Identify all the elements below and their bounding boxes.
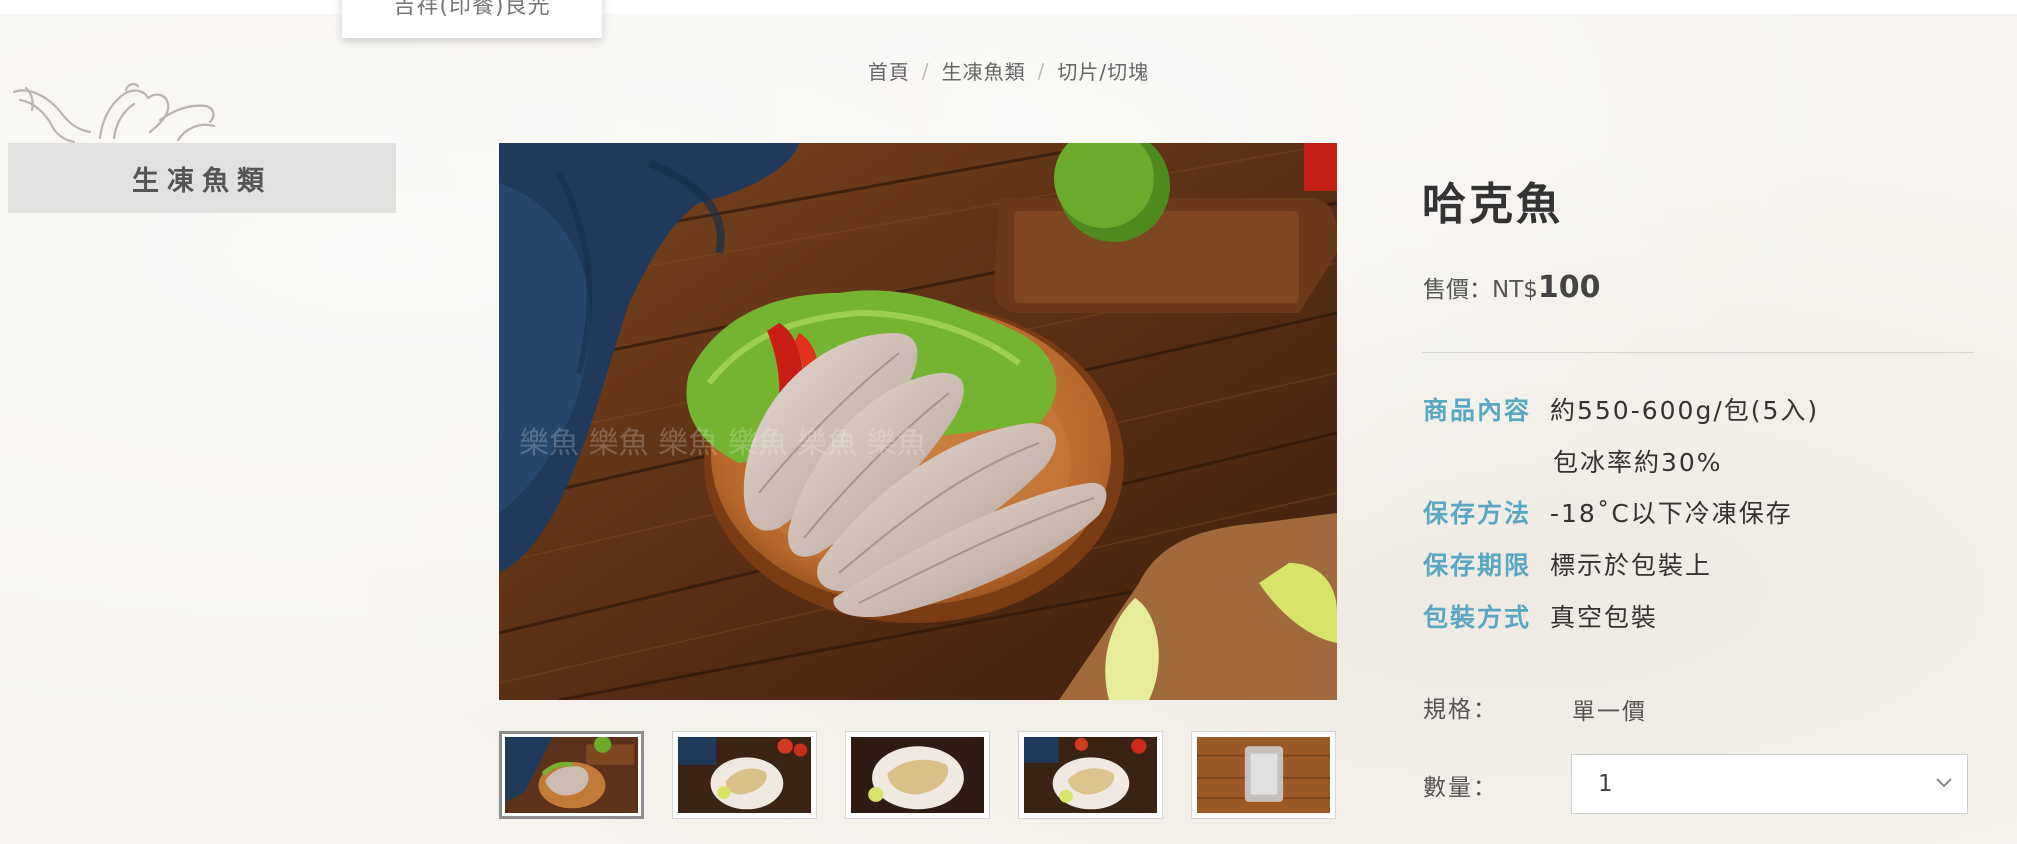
- spec-label-shelf-life: 保存期限: [1423, 551, 1532, 580]
- divider: [1422, 352, 1974, 353]
- thumbnail-4[interactable]: [1018, 731, 1163, 819]
- thumbnail-image: [505, 737, 638, 813]
- spec-value-content: 約550-600g/包(5入): [1550, 396, 1820, 425]
- product-title: 哈克魚: [1422, 179, 1563, 230]
- breadcrumb-category[interactable]: 生凍魚類: [942, 56, 1026, 85]
- thumbnail-1[interactable]: [499, 731, 644, 819]
- spec-label-content: 商品內容: [1423, 396, 1532, 425]
- quantity-value: 1: [1598, 771, 1613, 797]
- thumbnail-5[interactable]: [1191, 731, 1336, 819]
- thumbnail-image: [1024, 737, 1157, 813]
- nav-dropdown-item[interactable]: 吉祥(印餐)良光: [393, 0, 550, 20]
- breadcrumb-home[interactable]: 首頁: [868, 56, 910, 85]
- spec-label-storage: 保存方法: [1423, 499, 1532, 528]
- product-main-image[interactable]: 樂魚 樂魚 樂魚 樂魚 樂魚 樂魚: [499, 143, 1337, 700]
- price-row: 售價：NT$ 100: [1423, 270, 1601, 305]
- thumbnail-image: [851, 737, 984, 813]
- spec-value-packaging: 真空包裝: [1550, 603, 1659, 632]
- spec-label-packaging: 包裝方式: [1423, 603, 1532, 632]
- spec-value-storage: -18˚C以下冷凍保存: [1550, 499, 1793, 528]
- sidebar-category-frozen-fish[interactable]: 生凍魚類: [8, 143, 396, 213]
- breadcrumb-separator: /: [1037, 58, 1046, 83]
- price-value: 100: [1537, 270, 1601, 305]
- variant-option[interactable]: 單一價: [1572, 692, 1647, 726]
- thumbnail-image: [1197, 737, 1330, 813]
- breadcrumb: 首頁 / 生凍魚類 / 切片/切塊: [0, 56, 2017, 85]
- breadcrumb-subcategory[interactable]: 切片/切塊: [1057, 56, 1149, 85]
- chevron-down-icon: [1936, 778, 1952, 788]
- thumbnail-gallery: [499, 731, 1337, 819]
- price-label: 售價：NT$: [1423, 277, 1538, 303]
- quantity-select[interactable]: 1: [1571, 754, 1968, 814]
- variant-label: 規格：: [1423, 697, 1498, 723]
- thumbnail-image: [678, 737, 811, 813]
- breadcrumb-separator: /: [921, 58, 930, 83]
- nav-dropdown-menu[interactable]: 吉祥(印餐)良光: [342, 0, 602, 38]
- quantity-label: 數量：: [1423, 775, 1498, 801]
- spec-value-shelf-life: 標示於包裝上: [1550, 551, 1713, 580]
- fish-chicken-logo-icon: [12, 82, 216, 144]
- thumbnail-2[interactable]: [672, 731, 817, 819]
- thumbnail-3[interactable]: [845, 731, 990, 819]
- top-header-bar: [0, 0, 2017, 14]
- spec-value-ice-rate: 包冰率約30%: [1553, 448, 1723, 477]
- fish-fillet-photo: 樂魚 樂魚 樂魚 樂魚 樂魚 樂魚: [499, 143, 1337, 700]
- svg-text:樂魚 樂魚 樂魚 樂魚 樂魚 樂魚: 樂魚 樂魚 樂魚 樂魚 樂魚 樂魚: [519, 426, 927, 461]
